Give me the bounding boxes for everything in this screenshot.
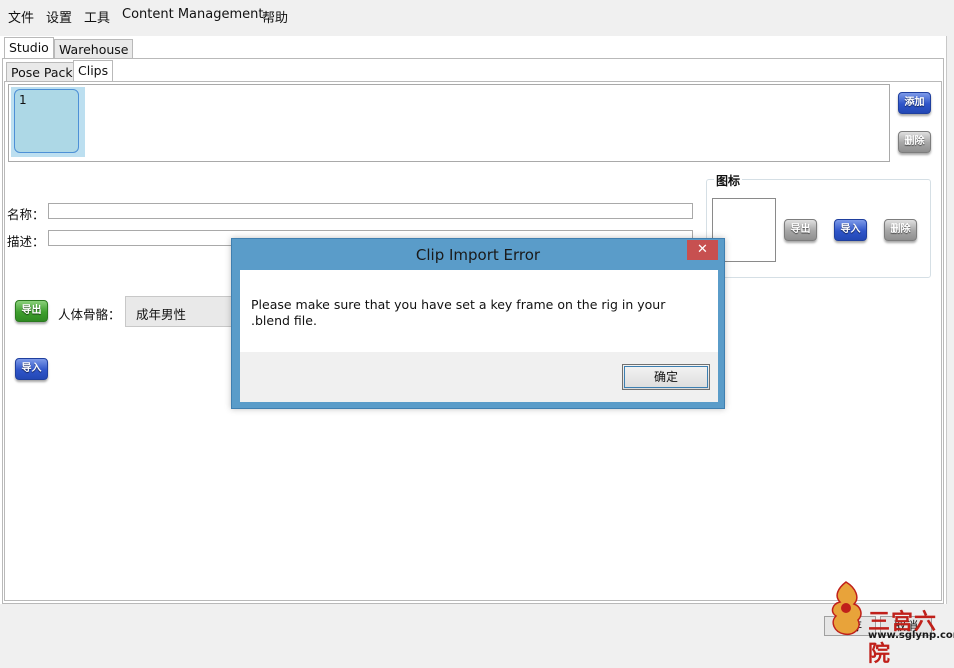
name-label: 名称： xyxy=(7,207,45,222)
menu-help[interactable]: 帮助 xyxy=(262,7,288,26)
dialog-title: Clip Import Error xyxy=(415,246,541,264)
icon-delete-button[interactable]: 删除 xyxy=(884,219,917,241)
watermark-logo-icon xyxy=(831,581,862,636)
skeleton-select[interactable]: 成年男性 xyxy=(125,296,240,327)
dialog-body: Please make sure that you have set a key… xyxy=(240,270,718,402)
clip-list[interactable]: 1 xyxy=(8,84,890,162)
export-button[interactable]: 导出 xyxy=(15,300,48,322)
skeleton-select-value: 成年男性 xyxy=(136,307,187,322)
tab-studio[interactable]: Studio xyxy=(4,37,54,59)
icon-group-title: 图标 xyxy=(714,172,743,189)
menu-settings[interactable]: 设置 xyxy=(46,7,72,26)
description-label: 描述： xyxy=(7,234,45,249)
clip-card[interactable]: 1 xyxy=(14,89,79,153)
menu-file[interactable]: 文件 xyxy=(8,7,34,26)
bottom-bar: 保存 取消 xyxy=(0,604,954,650)
clip-card-label: 1 xyxy=(19,93,27,107)
add-clip-button[interactable]: 添加 xyxy=(898,92,931,114)
tab-clips[interactable]: Clips xyxy=(73,60,114,82)
import-button[interactable]: 导入 xyxy=(15,358,48,380)
menu-tools[interactable]: 工具 xyxy=(84,7,110,26)
close-icon[interactable]: ✕ xyxy=(687,240,718,260)
dialog-message: Please make sure that you have set a key… xyxy=(251,297,666,328)
tab-warehouse[interactable]: Warehouse xyxy=(54,39,134,59)
tab-pose-pack[interactable]: Pose Pack xyxy=(6,62,78,82)
clip-item-selected[interactable]: 1 xyxy=(11,87,85,157)
clip-import-error-dialog: Clip Import Error ✕ Please make sure tha… xyxy=(231,238,725,409)
delete-clip-button[interactable]: 删除 xyxy=(898,131,931,153)
menu-bar: 文件 设置 工具 Content Management 帮助 xyxy=(0,0,946,34)
name-input[interactable] xyxy=(48,203,693,219)
watermark-url: www.sglynp.com xyxy=(868,630,954,641)
dialog-footer: 确定 xyxy=(240,352,718,402)
ok-button[interactable]: 确定 xyxy=(622,364,710,390)
icon-import-button[interactable]: 导入 xyxy=(834,219,867,241)
icon-export-button[interactable]: 导出 xyxy=(784,219,817,241)
menu-content-management[interactable]: Content Management xyxy=(122,7,263,22)
skeleton-label: 人体骨骼： xyxy=(58,307,121,322)
